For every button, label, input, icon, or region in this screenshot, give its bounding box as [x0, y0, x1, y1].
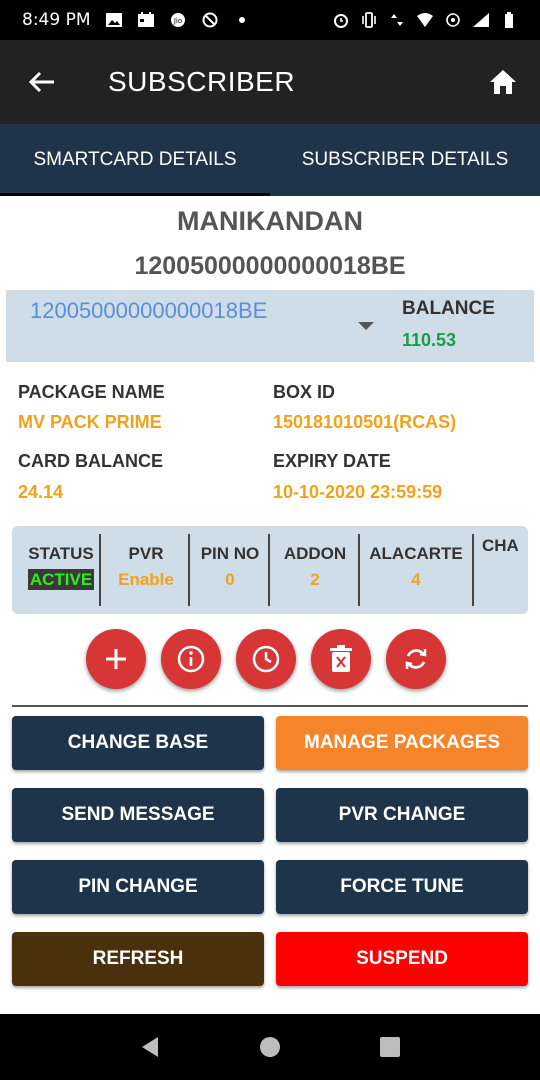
card-select-value: 12005000000000018BE	[30, 298, 268, 323]
balance-label: BALANCE	[402, 298, 495, 319]
info-icon	[177, 645, 205, 673]
history-button[interactable]	[236, 629, 296, 689]
status-badge: ACTIVE	[27, 569, 95, 590]
battery-icon	[505, 12, 513, 28]
nav-recents-icon[interactable]	[378, 1035, 402, 1059]
addon-column: ADDON 2	[272, 534, 358, 606]
tab-subscriber-details[interactable]: SUBSCRIBER DETAILS	[270, 124, 540, 196]
balance-value: 110.53	[402, 330, 457, 350]
package-name-label: PACKAGE NAME	[18, 382, 165, 402]
page-title: SUBSCRIBER	[108, 66, 296, 97]
force-tune-button[interactable]: FORCE TUNE	[276, 860, 528, 914]
column-divider	[472, 534, 474, 606]
card-selector[interactable]: 12005000000000018BE BALANCE 110.53	[6, 290, 534, 362]
pin-value: 0	[225, 570, 235, 589]
back-arrow-icon	[28, 71, 54, 93]
box-id-label: BOX ID	[273, 382, 336, 402]
svg-text:Jio: Jio	[172, 17, 181, 25]
alacarte-value: 4	[411, 570, 421, 589]
pvr-label: PVR	[128, 544, 164, 563]
nav-home-icon[interactable]	[258, 1035, 282, 1059]
card-number: 12005000000000018BE	[134, 252, 406, 280]
addon-value: 2	[310, 570, 320, 589]
home-icon	[490, 70, 516, 94]
add-button[interactable]	[86, 629, 146, 689]
nav-back-icon[interactable]	[138, 1035, 162, 1059]
home-button[interactable]	[466, 40, 540, 124]
divider	[12, 705, 528, 707]
gallery-icon	[105, 13, 122, 27]
addon-label: ADDON	[283, 544, 347, 563]
manage-packages-button[interactable]: MANAGE PACKAGES	[276, 716, 528, 770]
app-bar: SUBSCRIBER	[0, 40, 540, 124]
jio-icon: Jio	[170, 13, 185, 27]
send-message-button[interactable]: SEND MESSAGE	[12, 788, 264, 842]
column-divider	[99, 534, 101, 606]
refresh-button[interactable]: REFRESH	[12, 932, 264, 986]
status-column: STATUS ACTIVE	[22, 534, 100, 606]
pin-column: PIN NO 0	[192, 534, 268, 606]
pvr-value: Enable	[118, 570, 174, 589]
change-base-button[interactable]: CHANGE BASE	[12, 716, 264, 770]
package-name-value: MV PACK PRIME	[18, 412, 162, 432]
box-id-value: 150181010501(RCAS)	[273, 412, 457, 432]
pin-label: PIN NO	[200, 544, 260, 563]
wifi-icon	[417, 13, 433, 27]
status-strip[interactable]: STATUS ACTIVE PVR Enable PIN NO 0 ADDON …	[12, 526, 528, 614]
alacarte-column: ALACARTE 4	[362, 534, 470, 606]
alacarte-label: ALACARTE	[369, 544, 463, 563]
column-divider	[188, 534, 190, 606]
signal-icon	[473, 13, 489, 27]
dot-icon	[238, 17, 245, 23]
refresh-icon	[405, 649, 427, 669]
pvr-change-button[interactable]: PVR CHANGE	[276, 788, 528, 842]
suspend-button[interactable]: SUSPEND	[276, 932, 528, 986]
subscriber-name: MANIKANDAN	[177, 206, 363, 236]
info-button[interactable]	[161, 629, 221, 689]
sync-button[interactable]	[386, 629, 446, 689]
status-label: STATUS	[28, 544, 94, 563]
column-divider	[358, 534, 360, 606]
pin-change-button[interactable]: PIN CHANGE	[12, 860, 264, 914]
calendar-icon	[137, 12, 154, 27]
pvr-column: PVR Enable	[104, 534, 188, 606]
column-divider	[268, 534, 270, 606]
vibrate-icon	[362, 12, 376, 28]
cha-column: CHA	[482, 526, 528, 598]
alarm-icon	[334, 14, 348, 28]
status-bar: 8:49 PM Jio	[0, 0, 540, 40]
card-balance-value: 24.14	[18, 482, 64, 502]
expiry-date-label: EXPIRY DATE	[273, 451, 391, 471]
expiry-date-value: 10-10-2020 23:59:59	[273, 482, 443, 502]
delete-button[interactable]	[311, 629, 371, 689]
blocked-icon	[202, 12, 217, 28]
system-nav-bar	[0, 1014, 540, 1080]
hotspot-icon	[446, 13, 460, 27]
delete-icon	[330, 645, 352, 672]
card-balance-label: CARD BALANCE	[18, 451, 163, 471]
tab-smartcard-details[interactable]: SMARTCARD DETAILS	[0, 124, 270, 196]
clock-icon	[252, 645, 280, 673]
back-button[interactable]	[0, 40, 84, 124]
data-arrows-icon	[391, 14, 403, 26]
status-time: 8:49 PM	[22, 10, 91, 30]
cha-label: CHA	[482, 536, 519, 555]
dropdown-caret-icon	[358, 322, 374, 330]
add-icon	[106, 649, 126, 669]
tab-bar: SMARTCARD DETAILS SUBSCRIBER DETAILS	[0, 124, 540, 196]
